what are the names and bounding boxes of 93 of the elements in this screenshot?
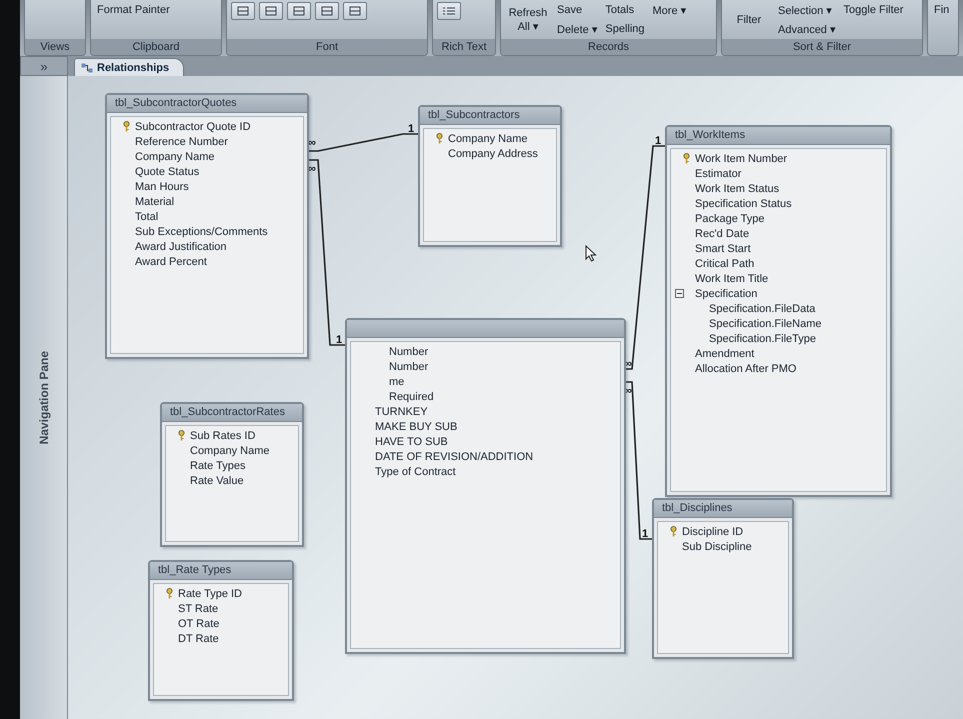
one-mark: 1: [408, 124, 414, 135]
field-name: Rate Value: [190, 474, 244, 486]
ribbon-button[interactable]: Filter: [726, 2, 772, 38]
table-window[interactable]: tbl_Disciplines Discipline ID Sub Discipline: [652, 498, 794, 659]
table-title: tbl_Subcontractors: [420, 107, 560, 125]
table-window[interactable]: tbl_SubcontractorQuotes Subcontractor Quote ID Reference Number Company Name Quote Status Man Hours Material Total Sub Exceptions/Comments Award Justification Award Percent: [105, 93, 309, 359]
table-window[interactable]: tbl_Subcontractors Company Name Company Address: [418, 105, 562, 247]
group-label: Records: [501, 39, 716, 55]
field-name: Specification.FileType: [709, 332, 816, 344]
group-label: Font: [227, 39, 427, 55]
ribbon-button[interactable]: Save: [555, 2, 600, 18]
field-name: Sub Discipline: [682, 540, 752, 552]
field-name: OT Rate: [178, 618, 220, 630]
field-name: Number: [389, 346, 428, 358]
field-name: Award Justification: [135, 240, 227, 252]
format-icon[interactable]: [287, 2, 311, 20]
field-name: Company Address: [448, 148, 538, 160]
table-title: tbl_WorkItems: [667, 127, 890, 145]
one-mark: 1: [336, 335, 342, 346]
expand-pane-button[interactable]: »: [20, 56, 68, 76]
field-name: Work Item Title: [695, 272, 768, 284]
group-label: Rich Text: [433, 39, 495, 55]
ribbon-button[interactable]: Refresh All ▾: [505, 2, 551, 38]
format-icon[interactable]: [231, 2, 255, 20]
table-window[interactable]: Number Number me Required TURNKEY MAKE BUY SUB HAVE TO SUB DATE OF REVISION/ADDITION Type of Contract: [345, 318, 626, 654]
one-mark: 1: [642, 529, 648, 540]
field-name: TURNKEY: [375, 406, 428, 418]
field-name: Total: [135, 210, 158, 222]
field-name: Package Type: [695, 212, 765, 224]
field-name: HAVE TO SUB: [375, 436, 448, 448]
list-icon[interactable]: [437, 2, 461, 20]
field-name: Subcontractor Quote ID: [135, 120, 251, 132]
mouse-pointer-icon: [585, 245, 597, 262]
field-name: Quote Status: [135, 166, 200, 178]
table-title: tbl_SubcontractorRates: [162, 404, 302, 422]
ribbon-button[interactable]: Spelling: [603, 20, 647, 38]
group-label: Sort & Filter: [722, 39, 922, 55]
field-name: Number: [389, 360, 428, 372]
ribbon-button[interactable]: Delete ▾: [555, 20, 600, 38]
field-name: DT Rate: [178, 632, 219, 644]
table-title: tbl_Disciplines: [654, 500, 792, 518]
field-name: DATE OF REVISION/ADDITION: [375, 450, 534, 462]
field-name: Company Name: [448, 132, 528, 144]
field-name: Work Item Number: [695, 152, 788, 164]
ribbon-button[interactable]: Toggle Filter: [842, 2, 906, 18]
collapse-icon[interactable]: [675, 289, 684, 298]
relationships-icon: [81, 62, 93, 72]
field-name: Sub Exceptions/Comments: [135, 226, 268, 238]
ribbon-button[interactable]: Advanced ▾: [776, 20, 838, 38]
field-name: Company Name: [190, 444, 270, 456]
field-name: Man Hours: [135, 180, 189, 192]
table-window[interactable]: tbl_Rate Types Rate Type ID ST Rate OT Rate DT Rate: [148, 560, 294, 701]
table-window[interactable]: tbl_SubcontractorRates Sub Rates ID Company Name Rate Types Rate Value: [160, 402, 304, 547]
field-name: Smart Start: [695, 242, 751, 254]
field-name: Specification.FileName: [709, 318, 822, 330]
format-icon[interactable]: [259, 2, 283, 20]
ribbon-button[interactable]: Totals: [603, 2, 647, 18]
table-title: tbl_Rate Types: [150, 562, 292, 580]
table-window[interactable]: [665, 125, 892, 497]
field-name: Critical Path: [695, 258, 754, 270]
field-name: Discipline ID: [682, 526, 744, 538]
format-icon[interactable]: [315, 2, 339, 20]
navigation-pane-label: Navigation Pane: [36, 350, 50, 444]
group-label: Clipboard: [91, 39, 221, 55]
field-name: Reference Number: [135, 136, 228, 148]
ribbon-button[interactable]: Selection ▾: [776, 2, 838, 18]
field-name: Allocation After PMO: [695, 362, 796, 374]
field-name: Award Percent: [135, 256, 207, 268]
field-name: Specification: [695, 288, 758, 300]
table-title: tbl_SubcontractorQuotes: [107, 95, 307, 113]
field-name: Rec'd Date: [695, 228, 750, 240]
field-name: Company Name: [135, 150, 214, 162]
format-icon[interactable]: [343, 2, 367, 20]
one-mark: 1: [655, 136, 662, 147]
field-name: Estimator: [695, 168, 742, 180]
group-label: Views: [25, 39, 85, 55]
field-name: Required: [389, 390, 434, 402]
field-name: Rate Types: [190, 460, 246, 472]
field-name: Specification Status: [695, 198, 792, 210]
field-name: Work Item Status: [695, 182, 780, 194]
field-name: me: [389, 376, 404, 388]
field-name: Amendment: [695, 348, 754, 360]
field-name: Specification.FileData: [709, 302, 816, 314]
field-name: Rate Type ID: [178, 588, 242, 600]
field-name: Sub Rates ID: [190, 430, 256, 442]
field-name: ST Rate: [178, 602, 218, 614]
field-name: Material: [135, 196, 174, 208]
field-name: Type of Contract: [375, 466, 456, 478]
document-tab[interactable]: Relationships: [74, 58, 184, 76]
ribbon-button[interactable]: Format Painter: [95, 2, 172, 18]
ribbon-button[interactable]: More ▾: [650, 2, 688, 18]
ribbon-button[interactable]: Fin: [932, 2, 952, 18]
field-name: MAKE BUY SUB: [375, 420, 458, 432]
